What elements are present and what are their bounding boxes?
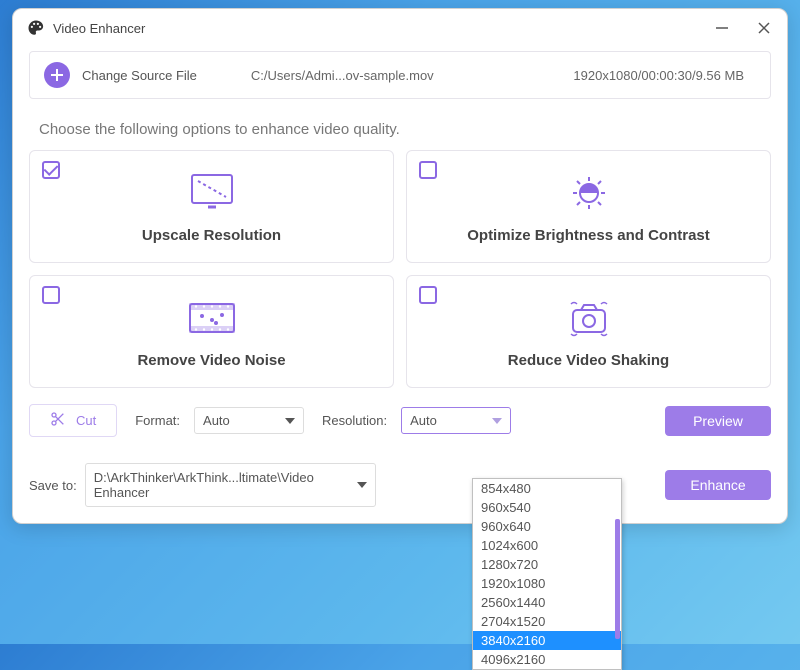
resolution-option[interactable]: 854x480 bbox=[473, 479, 621, 498]
film-icon bbox=[44, 294, 379, 342]
resolution-label: Resolution: bbox=[322, 413, 387, 428]
resolution-option[interactable]: 960x640 bbox=[473, 517, 621, 536]
resolution-option[interactable]: 2704x1520 bbox=[473, 612, 621, 631]
cut-button[interactable]: Cut bbox=[29, 404, 117, 437]
option-remove-noise[interactable]: Remove Video Noise bbox=[29, 275, 394, 388]
checkbox-upscale[interactable] bbox=[42, 161, 60, 179]
option-label: Remove Video Noise bbox=[44, 352, 379, 369]
resolution-option[interactable]: 2560x1440 bbox=[473, 593, 621, 612]
option-label: Upscale Resolution bbox=[44, 227, 379, 244]
save-row: Save to: D:\ArkThinker\ArkThink...ltimat… bbox=[13, 445, 787, 523]
source-path: C:/Users/Admi...ov-sample.mov bbox=[251, 68, 574, 83]
resolution-option[interactable]: 1024x600 bbox=[473, 536, 621, 555]
resolution-value: Auto bbox=[410, 413, 437, 428]
change-source-label[interactable]: Change Source File bbox=[82, 68, 197, 83]
resolution-option[interactable]: 3840x2160 bbox=[473, 631, 621, 650]
resolution-option[interactable]: 1920x1080 bbox=[473, 574, 621, 593]
source-info: 1920x1080/00:00:30/9.56 MB bbox=[573, 68, 756, 83]
enhance-button[interactable]: Enhance bbox=[665, 470, 771, 500]
window-controls bbox=[713, 19, 773, 37]
sun-icon bbox=[421, 169, 756, 217]
dropdown-scrollbar[interactable] bbox=[615, 519, 620, 639]
resolution-option[interactable]: 1280x720 bbox=[473, 555, 621, 574]
instruction-text: Choose the following options to enhance … bbox=[13, 99, 787, 150]
checkbox-denoise[interactable] bbox=[42, 286, 60, 304]
option-reduce-shaking[interactable]: Reduce Video Shaking bbox=[406, 275, 771, 388]
app-window: Video Enhancer Change Source File C:/Use… bbox=[12, 8, 788, 524]
monitor-icon bbox=[44, 169, 379, 217]
minimize-button[interactable] bbox=[713, 19, 731, 37]
resolution-option[interactable]: 4096x2160 bbox=[473, 650, 621, 669]
option-label: Optimize Brightness and Contrast bbox=[421, 227, 756, 244]
format-label: Format: bbox=[135, 413, 180, 428]
caret-down-icon bbox=[357, 482, 367, 488]
save-path-select[interactable]: D:\ArkThinker\ArkThink...ltimate\Video E… bbox=[85, 463, 376, 507]
resolution-option[interactable]: 960x540 bbox=[473, 498, 621, 517]
source-bar: Change Source File C:/Users/Admi...ov-sa… bbox=[29, 51, 771, 99]
format-value: Auto bbox=[203, 413, 230, 428]
caret-down-icon bbox=[492, 418, 502, 424]
window-title: Video Enhancer bbox=[53, 21, 713, 36]
checkbox-brightness[interactable] bbox=[419, 161, 437, 179]
app-palette-icon bbox=[27, 19, 45, 37]
controls-row: Cut Format: Auto Resolution: Auto Previe… bbox=[13, 388, 787, 445]
format-select[interactable]: Auto bbox=[194, 407, 304, 434]
resolution-select[interactable]: Auto bbox=[401, 407, 511, 434]
scissors-icon bbox=[50, 411, 66, 430]
option-label: Reduce Video Shaking bbox=[421, 352, 756, 369]
save-path: D:\ArkThinker\ArkThink...ltimate\Video E… bbox=[94, 470, 357, 500]
options-grid: Upscale Resolution Optimize Brightness a… bbox=[13, 150, 787, 388]
titlebar: Video Enhancer bbox=[13, 9, 787, 43]
checkbox-stabilize[interactable] bbox=[419, 286, 437, 304]
option-brightness-contrast[interactable]: Optimize Brightness and Contrast bbox=[406, 150, 771, 263]
option-upscale-resolution[interactable]: Upscale Resolution bbox=[29, 150, 394, 263]
save-to-label: Save to: bbox=[29, 478, 77, 493]
caret-down-icon bbox=[285, 418, 295, 424]
cut-label: Cut bbox=[76, 413, 96, 428]
add-source-button[interactable] bbox=[44, 62, 70, 88]
resolution-dropdown[interactable]: 854x480960x540960x6401024x6001280x720192… bbox=[472, 478, 622, 670]
preview-button[interactable]: Preview bbox=[665, 406, 771, 436]
camera-shake-icon bbox=[421, 294, 756, 342]
close-button[interactable] bbox=[755, 19, 773, 37]
